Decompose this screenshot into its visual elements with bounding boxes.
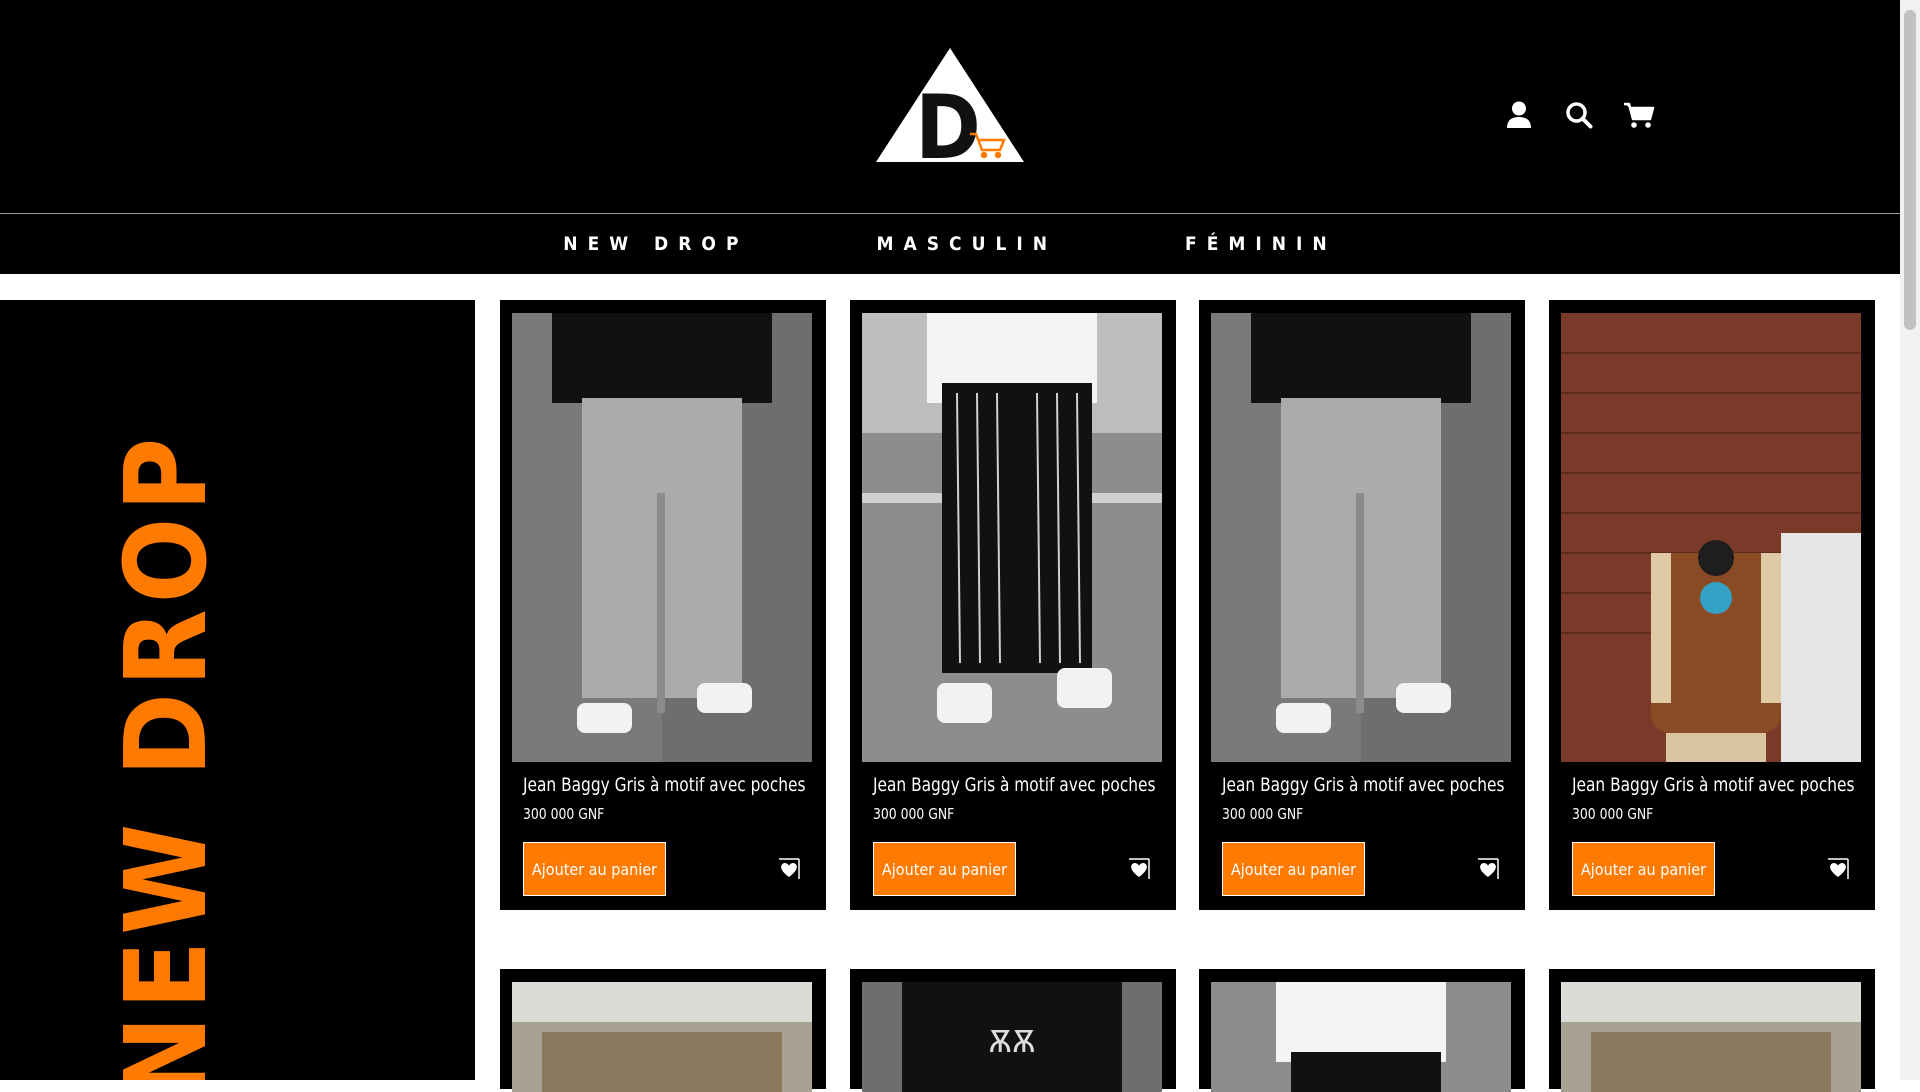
product-image[interactable] [512,313,812,762]
nav-masculin[interactable]: MASCULIN [876,233,1057,255]
page-scrollbar[interactable] [1900,0,1920,1080]
heart-icon[interactable] [1826,857,1850,881]
product-card[interactable] [500,969,826,1092]
product-price: 300 000 GNF [523,805,605,823]
product-card[interactable] [1199,969,1525,1092]
header-actions [1502,98,1656,132]
heart-icon[interactable] [1476,857,1500,881]
product-image[interactable] [1211,982,1511,1092]
product-price: 300 000 GNF [1572,805,1654,823]
product-image[interactable] [512,982,812,1092]
nav-feminin[interactable]: FÉMININ [1185,233,1337,255]
add-to-cart-button[interactable]: Ajouter au panier [1572,842,1715,896]
main-nav: NEW DROP MASCULIN FÉMININ [0,214,1900,274]
user-icon[interactable] [1502,98,1536,132]
site-header: D [0,0,1900,213]
logo-letter: D [915,76,981,164]
product-image[interactable] [1211,313,1511,762]
product-card[interactable]: Jean Baggy Gris à motif avec poches 300 … [500,300,826,910]
product-card[interactable]: Jean Baggy Gris à motif avec poches 300 … [850,300,1176,910]
product-image[interactable] [1561,313,1861,762]
heart-icon[interactable] [1127,857,1151,881]
product-image[interactable] [862,313,1162,762]
brand-logo[interactable]: D [874,46,1026,164]
product-title[interactable]: Jean Baggy Gris à motif avec poches [873,774,1156,796]
heart-icon[interactable] [777,857,801,881]
product-title[interactable]: Jean Baggy Gris à motif avec poches [1222,774,1505,796]
product-title[interactable]: Jean Baggy Gris à motif avec poches [523,774,806,796]
product-price: 300 000 GNF [1222,805,1304,823]
add-to-cart-button[interactable]: Ajouter au panier [523,842,666,896]
product-card[interactable] [1549,969,1875,1092]
search-icon[interactable] [1562,98,1596,132]
scrollbar-thumb[interactable] [1904,10,1916,330]
cart-icon[interactable] [1622,98,1656,132]
product-card[interactable]: Jean Baggy Gris à motif avec poches 300 … [1199,300,1525,910]
nav-new-drop[interactable]: NEW DROP [563,233,748,255]
svg-text:ѪѪ: ѪѪ [988,1025,1035,1060]
product-image[interactable] [1561,982,1861,1092]
new-drop-banner[interactable]: NEW DROP [0,300,475,1080]
product-card[interactable]: ѪѪ [850,969,1176,1092]
add-to-cart-button[interactable]: Ajouter au panier [1222,842,1365,896]
add-to-cart-button[interactable]: Ajouter au panier [873,842,1016,896]
product-title[interactable]: Jean Baggy Gris à motif avec poches [1572,774,1855,796]
banner-text: NEW DROP [102,432,232,1080]
product-price: 300 000 GNF [873,805,955,823]
product-card[interactable]: Jean Baggy Gris à motif avec poches 300 … [1549,300,1875,910]
product-image[interactable]: ѪѪ [862,982,1162,1092]
